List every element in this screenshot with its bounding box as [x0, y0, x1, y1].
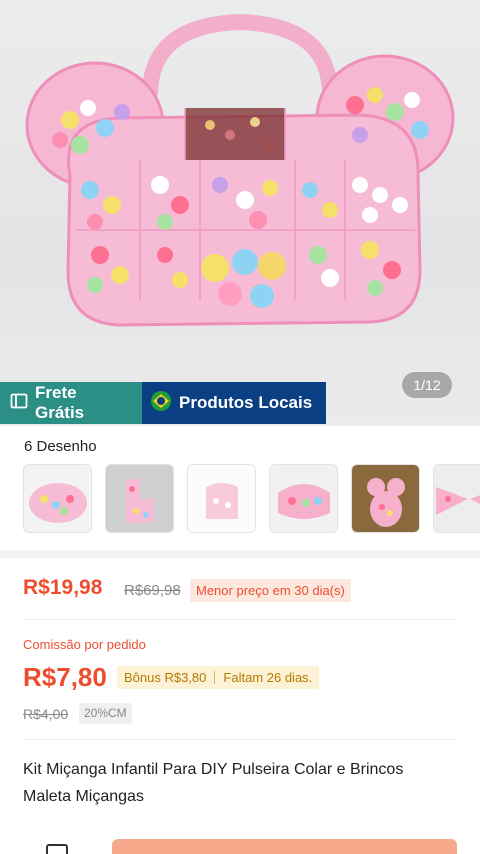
commission-value: R$7,80: [23, 662, 107, 692]
variant-thumbnail[interactable]: [433, 464, 480, 533]
variant-thumbnail[interactable]: [23, 464, 92, 533]
variants-title: 6 Desenho: [24, 438, 97, 455]
bonus-remaining: Faltam 26 dias.: [223, 670, 313, 685]
product-title: Kit Miçanga Infantil Para DIY Pulseira C…: [23, 761, 404, 805]
variant-thumbnail[interactable]: [351, 464, 420, 533]
product-photo: [25, 13, 455, 327]
lowest-price-tag: Menor preço em 30 dia(s): [190, 579, 351, 602]
product-image-gallery[interactable]: 1/12: [0, 0, 480, 426]
variant-thumbnail[interactable]: [187, 464, 256, 533]
variant-thumbnail[interactable]: [269, 464, 338, 533]
commission-percent-badge: 20%CM: [79, 703, 132, 724]
variant-thumbnail[interactable]: [105, 464, 174, 533]
section-divider: [0, 550, 480, 558]
share-icon[interactable]: [46, 844, 68, 854]
product-page: 1/12 Frete Grátis Produtos Locais 6 Dese…: [0, 0, 480, 854]
shipping-badges: Frete Grátis Produtos Locais: [0, 382, 326, 424]
local-products-label: Produtos Locais: [179, 393, 313, 412]
variant-thumbnails: [23, 464, 480, 533]
variant-selector: 6 Desenho: [0, 426, 480, 550]
bottom-action-bar: [0, 834, 480, 854]
free-shipping-badge: Frete Grátis: [0, 382, 142, 424]
brazil-flag-icon: [150, 390, 172, 417]
bonus-badge: Bônus R$3,80 Faltam 26 dias.: [117, 666, 320, 689]
bonus-separator: [214, 671, 216, 684]
primary-action-button[interactable]: [112, 839, 457, 854]
image-counter: 1/12: [402, 372, 452, 398]
local-products-badge: Produtos Locais: [142, 382, 326, 424]
free-shipping-label: Frete Grátis: [35, 383, 85, 422]
commission-label: Comissão por pedido: [23, 637, 146, 652]
divider-line: [23, 619, 455, 620]
divider-line: [23, 739, 455, 740]
original-price: R$69,98: [124, 582, 181, 599]
truck-box-icon: [10, 392, 28, 415]
bonus-amount: Bônus R$3,80: [124, 670, 207, 685]
current-price: R$19,98: [23, 576, 103, 599]
commission-old-value: R$4,00: [23, 706, 69, 722]
